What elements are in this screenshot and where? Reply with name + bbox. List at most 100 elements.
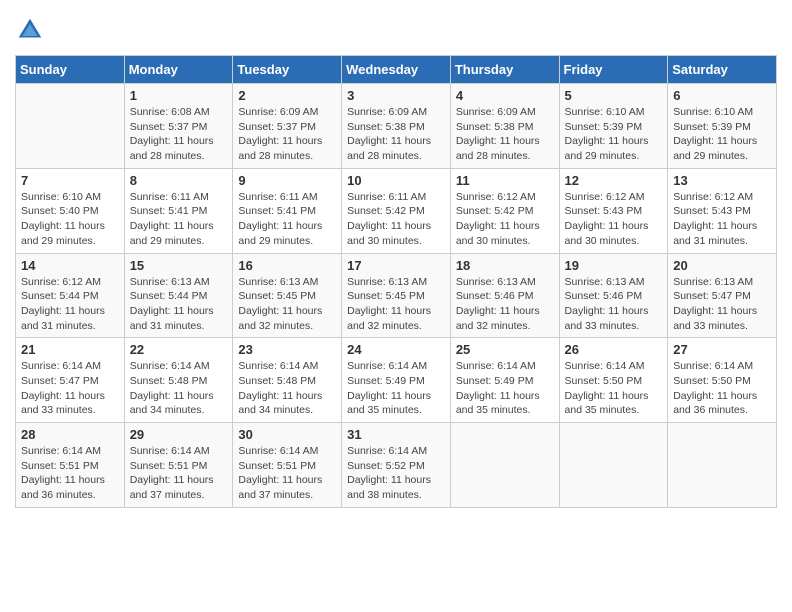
day-number: 10 (347, 173, 445, 188)
day-number: 28 (21, 427, 119, 442)
calendar-cell: 31 Sunrise: 6:14 AMSunset: 5:52 PMDayligh… (342, 423, 451, 508)
day-number: 26 (565, 342, 663, 357)
page-header (15, 15, 777, 45)
day-number: 27 (673, 342, 771, 357)
calendar-cell: 24 Sunrise: 6:14 AMSunset: 5:49 PMDayligh… (342, 338, 451, 423)
calendar-cell (668, 423, 777, 508)
col-header-friday: Friday (559, 56, 668, 84)
logo (15, 15, 49, 45)
day-number: 31 (347, 427, 445, 442)
calendar-cell: 20 Sunrise: 6:13 AMSunset: 5:47 PMDayligh… (668, 253, 777, 338)
calendar-cell: 7Sunrise: 6:10 AMSunset: 5:40 PMDaylight… (16, 168, 125, 253)
calendar-cell: 18 Sunrise: 6:13 AMSunset: 5:46 PMDayligh… (450, 253, 559, 338)
day-info: Sunrise: 6:14 AMSunset: 5:49 PMDaylight:… (456, 359, 554, 418)
day-number: 11 (456, 173, 554, 188)
calendar-week-row: 28 Sunrise: 6:14 AMSunset: 5:51 PMDayligh… (16, 423, 777, 508)
calendar-cell: 8 Sunrise: 6:11 AMSunset: 5:41 PMDaylight… (124, 168, 233, 253)
calendar-cell: 1 Sunrise: 6:08 AMSunset: 5:37 PMDaylight… (124, 84, 233, 169)
day-info: Sunrise: 6:11 AMSunset: 5:42 PMDaylight:… (347, 190, 445, 249)
calendar-week-row: 1 Sunrise: 6:08 AMSunset: 5:37 PMDaylight… (16, 84, 777, 169)
day-info: Sunrise: 6:11 AMSunset: 5:41 PMDaylight:… (238, 190, 336, 249)
day-info: Sunrise: 6:14 AMSunset: 5:50 PMDaylight:… (673, 359, 771, 418)
day-info: Sunrise: 6:14 AMSunset: 5:48 PMDaylight:… (130, 359, 228, 418)
day-info: Sunrise: 6:14 AMSunset: 5:47 PMDaylight:… (21, 359, 119, 418)
calendar-week-row: 21Sunrise: 6:14 AMSunset: 5:47 PMDayligh… (16, 338, 777, 423)
calendar-cell: 26Sunrise: 6:14 AMSunset: 5:50 PMDayligh… (559, 338, 668, 423)
calendar-cell (16, 84, 125, 169)
calendar-cell: 9 Sunrise: 6:11 AMSunset: 5:41 PMDaylight… (233, 168, 342, 253)
day-number: 16 (238, 258, 336, 273)
col-header-sunday: Sunday (16, 56, 125, 84)
calendar-cell: 2Sunrise: 6:09 AMSunset: 5:37 PMDaylight… (233, 84, 342, 169)
day-info: Sunrise: 6:09 AMSunset: 5:38 PMDaylight:… (456, 105, 554, 164)
day-info: Sunrise: 6:09 AMSunset: 5:37 PMDaylight:… (238, 105, 336, 164)
day-number: 19 (565, 258, 663, 273)
calendar-cell: 28Sunrise: 6:14 AMSunset: 5:51 PMDayligh… (16, 423, 125, 508)
day-number: 9 (238, 173, 336, 188)
calendar-cell: 17Sunrise: 6:13 AMSunset: 5:45 PMDayligh… (342, 253, 451, 338)
day-info: Sunrise: 6:12 AMSunset: 5:44 PMDaylight:… (21, 275, 119, 334)
day-number: 15 (130, 258, 228, 273)
day-info: Sunrise: 6:13 AMSunset: 5:46 PMDaylight:… (456, 275, 554, 334)
day-number: 14 (21, 258, 119, 273)
calendar-cell: 14 Sunrise: 6:12 AMSunset: 5:44 PMDayligh… (16, 253, 125, 338)
calendar-cell: 11 Sunrise: 6:12 AMSunset: 5:42 PMDayligh… (450, 168, 559, 253)
calendar-table: SundayMondayTuesdayWednesdayThursdayFrid… (15, 55, 777, 508)
day-number: 3 (347, 88, 445, 103)
day-number: 6 (673, 88, 771, 103)
day-number: 8 (130, 173, 228, 188)
col-header-monday: Monday (124, 56, 233, 84)
calendar-cell: 12 Sunrise: 6:12 AMSunset: 5:43 PMDayligh… (559, 168, 668, 253)
calendar-week-row: 14 Sunrise: 6:12 AMSunset: 5:44 PMDayligh… (16, 253, 777, 338)
calendar-cell: 27 Sunrise: 6:14 AMSunset: 5:50 PMDayligh… (668, 338, 777, 423)
day-number: 4 (456, 88, 554, 103)
calendar-cell: 13 Sunrise: 6:12 AMSunset: 5:43 PMDayligh… (668, 168, 777, 253)
day-number: 12 (565, 173, 663, 188)
day-info: Sunrise: 6:10 AMSunset: 5:39 PMDaylight:… (673, 105, 771, 164)
day-info: Sunrise: 6:14 AMSunset: 5:52 PMDaylight:… (347, 444, 445, 503)
calendar-cell (559, 423, 668, 508)
day-info: Sunrise: 6:14 AMSunset: 5:51 PMDaylight:… (238, 444, 336, 503)
day-number: 18 (456, 258, 554, 273)
calendar-cell: 29 Sunrise: 6:14 AMSunset: 5:51 PMDayligh… (124, 423, 233, 508)
calendar-cell: 10 Sunrise: 6:11 AMSunset: 5:42 PMDayligh… (342, 168, 451, 253)
day-number: 5 (565, 88, 663, 103)
col-header-saturday: Saturday (668, 56, 777, 84)
calendar-cell: 21Sunrise: 6:14 AMSunset: 5:47 PMDayligh… (16, 338, 125, 423)
day-info: Sunrise: 6:13 AMSunset: 5:47 PMDaylight:… (673, 275, 771, 334)
day-info: Sunrise: 6:11 AMSunset: 5:41 PMDaylight:… (130, 190, 228, 249)
day-info: Sunrise: 6:12 AMSunset: 5:43 PMDaylight:… (673, 190, 771, 249)
day-info: Sunrise: 6:14 AMSunset: 5:48 PMDaylight:… (238, 359, 336, 418)
calendar-cell: 5 Sunrise: 6:10 AMSunset: 5:39 PMDaylight… (559, 84, 668, 169)
calendar-cell: 3 Sunrise: 6:09 AMSunset: 5:38 PMDaylight… (342, 84, 451, 169)
day-number: 20 (673, 258, 771, 273)
calendar-cell: 4 Sunrise: 6:09 AMSunset: 5:38 PMDaylight… (450, 84, 559, 169)
day-number: 1 (130, 88, 228, 103)
calendar-cell: 16 Sunrise: 6:13 AMSunset: 5:45 PMDayligh… (233, 253, 342, 338)
day-number: 13 (673, 173, 771, 188)
day-number: 30 (238, 427, 336, 442)
day-info: Sunrise: 6:10 AMSunset: 5:39 PMDaylight:… (565, 105, 663, 164)
day-info: Sunrise: 6:13 AMSunset: 5:45 PMDaylight:… (238, 275, 336, 334)
col-header-tuesday: Tuesday (233, 56, 342, 84)
day-number: 25 (456, 342, 554, 357)
day-number: 24 (347, 342, 445, 357)
day-number: 29 (130, 427, 228, 442)
day-info: Sunrise: 6:09 AMSunset: 5:38 PMDaylight:… (347, 105, 445, 164)
calendar-cell: 23 Sunrise: 6:14 AMSunset: 5:48 PMDayligh… (233, 338, 342, 423)
day-info: Sunrise: 6:14 AMSunset: 5:51 PMDaylight:… (130, 444, 228, 503)
calendar-header-row: SundayMondayTuesdayWednesdayThursdayFrid… (16, 56, 777, 84)
calendar-cell: 15Sunrise: 6:13 AMSunset: 5:44 PMDayligh… (124, 253, 233, 338)
day-info: Sunrise: 6:13 AMSunset: 5:46 PMDaylight:… (565, 275, 663, 334)
calendar-cell: 22Sunrise: 6:14 AMSunset: 5:48 PMDayligh… (124, 338, 233, 423)
day-info: Sunrise: 6:12 AMSunset: 5:42 PMDaylight:… (456, 190, 554, 249)
day-info: Sunrise: 6:10 AMSunset: 5:40 PMDaylight:… (21, 190, 119, 249)
day-info: Sunrise: 6:12 AMSunset: 5:43 PMDaylight:… (565, 190, 663, 249)
day-info: Sunrise: 6:08 AMSunset: 5:37 PMDaylight:… (130, 105, 228, 164)
calendar-cell: 19 Sunrise: 6:13 AMSunset: 5:46 PMDayligh… (559, 253, 668, 338)
day-number: 23 (238, 342, 336, 357)
col-header-wednesday: Wednesday (342, 56, 451, 84)
day-info: Sunrise: 6:14 AMSunset: 5:49 PMDaylight:… (347, 359, 445, 418)
calendar-cell: 6 Sunrise: 6:10 AMSunset: 5:39 PMDaylight… (668, 84, 777, 169)
day-number: 17 (347, 258, 445, 273)
